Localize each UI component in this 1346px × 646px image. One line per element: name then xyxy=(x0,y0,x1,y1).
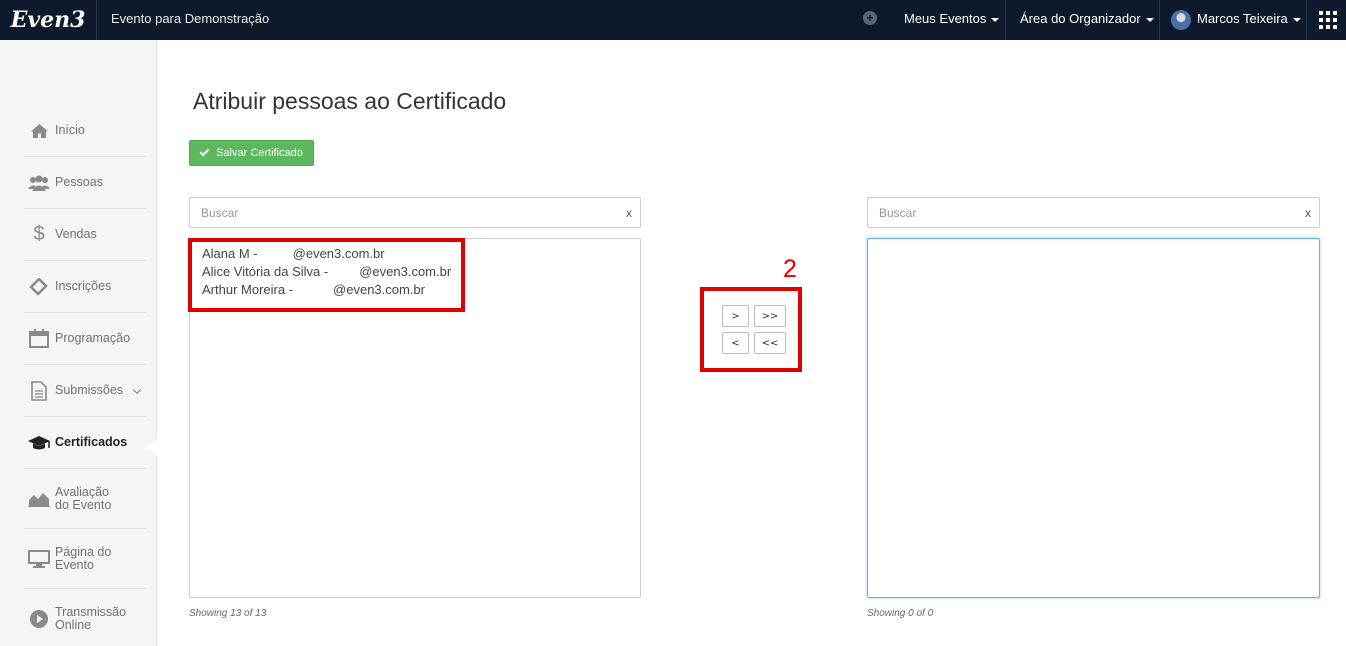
sidebar-item-label: Vendas xyxy=(55,227,97,241)
clear-search-icon[interactable]: x xyxy=(626,206,632,220)
sidebar-item-pagina[interactable]: Página do Evento xyxy=(24,529,146,589)
nav-divider xyxy=(1159,0,1160,40)
meus-eventos-menu[interactable]: Meus Eventos xyxy=(904,0,1000,40)
avatar xyxy=(1171,9,1191,30)
clear-search-icon[interactable]: x xyxy=(1305,206,1311,220)
label-line-1: Transmissão xyxy=(55,605,127,619)
label-line-2: Evento xyxy=(55,557,94,572)
selected-people-list[interactable] xyxy=(867,238,1320,598)
caret-down-icon xyxy=(991,17,1000,22)
sidebar-item-programacao[interactable]: Programação xyxy=(24,313,146,365)
save-certificate-label: Salvar Certificado xyxy=(216,147,303,159)
label-line-2: Online xyxy=(55,618,92,632)
calendar-icon xyxy=(27,329,51,349)
sidebar-item-certificados[interactable]: Certificados xyxy=(24,417,146,469)
highlight-box-buttons xyxy=(700,287,802,372)
sidebar-item-avaliacao[interactable]: Avaliação do Evento xyxy=(24,469,146,529)
home-icon xyxy=(27,121,51,141)
left-search-box: x xyxy=(189,197,641,228)
event-title: Evento para Demonstração xyxy=(111,11,270,26)
monitor-icon xyxy=(27,549,51,569)
caret-down-icon xyxy=(1292,17,1301,22)
sidebar-item-label: Inscrições xyxy=(55,279,112,293)
user-menu[interactable]: Marcos Teixeira xyxy=(1171,0,1301,40)
sidebar-item-inicio[interactable]: Início xyxy=(24,105,146,157)
sidebar-item-label: Página do Evento xyxy=(55,544,112,572)
check-icon xyxy=(199,146,210,157)
annotation-number: 2 xyxy=(783,255,797,283)
document-icon xyxy=(27,380,51,401)
sidebar-item-label: Pessoas xyxy=(55,175,103,189)
sidebar-item-label: Certificados xyxy=(55,435,128,449)
people-icon xyxy=(27,173,51,193)
ticket-icon xyxy=(27,277,51,297)
nav-divider xyxy=(1306,0,1307,40)
sidebar-item-pessoas[interactable]: Pessoas xyxy=(24,157,146,209)
dollar-icon: $ xyxy=(33,223,45,245)
area-chart-icon xyxy=(27,489,51,509)
apps-grid-icon[interactable] xyxy=(1319,11,1337,29)
label-line-2: do Evento xyxy=(55,497,112,512)
sidebar-item-label: Início xyxy=(55,123,85,137)
sidebar-item-submissoes[interactable]: Submissões xyxy=(24,365,146,417)
user-name: Marcos Teixeira xyxy=(1197,11,1288,26)
label-line-1: Avaliação xyxy=(55,484,109,499)
sidebar-item-vendas[interactable]: $ Vendas xyxy=(24,209,146,261)
nav-divider xyxy=(1005,0,1006,40)
left-search-input[interactable] xyxy=(190,198,640,227)
right-search-input[interactable] xyxy=(868,198,1319,227)
sidebar-item-label: Avaliação do Evento xyxy=(55,484,112,512)
meus-eventos-label: Meus Eventos xyxy=(904,11,987,26)
chevron-down-icon xyxy=(132,385,142,394)
sidebar-item-label: Submissões xyxy=(55,383,124,397)
sidebar: Início Pessoas $ Vendas Inscrições Progr… xyxy=(0,40,157,646)
top-navbar: Even3 Evento para Demonstração + Meus Ev… xyxy=(0,0,1346,40)
left-showing-count: Showing 13 of 13 xyxy=(189,608,267,619)
area-organizador-menu[interactable]: Área do Organizador xyxy=(1020,0,1154,40)
add-event-icon[interactable]: + xyxy=(863,11,877,25)
save-certificate-button[interactable]: Salvar Certificado xyxy=(189,140,314,166)
right-showing-count: Showing 0 of 0 xyxy=(867,608,934,619)
active-indicator xyxy=(146,438,157,456)
sidebar-item-transmissao[interactable]: Transmissão Online xyxy=(24,589,146,646)
caret-down-icon xyxy=(1145,17,1154,22)
play-circle-icon xyxy=(27,609,51,629)
sidebar-item-label: Programação xyxy=(55,331,131,345)
label-line-1: Página do xyxy=(55,544,112,559)
right-search-box: x xyxy=(867,197,1320,228)
graduation-cap-icon xyxy=(27,433,51,453)
area-organizador-label: Área do Organizador xyxy=(1020,11,1141,26)
sidebar-item-inscricoes[interactable]: Inscrições xyxy=(24,261,146,313)
page-title: Atribuir pessoas ao Certificado xyxy=(193,88,507,114)
sidebar-item-label: Transmissão Online xyxy=(55,606,126,632)
highlight-box-list xyxy=(188,238,465,312)
even3-logo[interactable]: Even3 xyxy=(0,0,97,40)
